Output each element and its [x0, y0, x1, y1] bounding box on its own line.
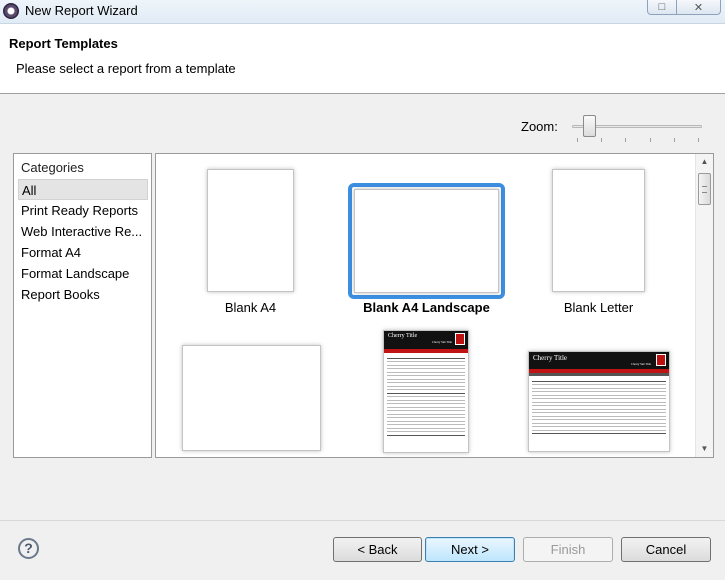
- page-title: Report Templates: [9, 36, 118, 51]
- help-icon[interactable]: ?: [18, 538, 39, 559]
- cherry-logo-icon: [455, 333, 465, 345]
- page-description: Please select a report from a template: [16, 61, 236, 76]
- zoom-label: Zoom:: [521, 119, 558, 134]
- category-report-books[interactable]: Report Books: [18, 284, 148, 305]
- category-all[interactable]: All: [18, 179, 148, 200]
- template-thumbnail[interactable]: [354, 189, 499, 293]
- template-label: Blank A4: [224, 300, 277, 315]
- template-thumbnail[interactable]: Cherry Title Cherry Sub Title: [528, 351, 670, 452]
- wizard-header: Report Templates Please select a report …: [0, 24, 725, 94]
- category-print-ready-reports[interactable]: Print Ready Reports: [18, 200, 148, 221]
- categories-list: Categories All Print Ready Reports Web I…: [13, 153, 152, 458]
- close-button[interactable]: ✕: [677, 0, 721, 15]
- preview-header: Cherry Title Cherry Sub Title: [529, 352, 669, 369]
- template-label: Blank Letter: [563, 300, 634, 315]
- categories-header: Categories: [21, 160, 84, 175]
- scroll-up-icon[interactable]: ▲: [696, 154, 713, 170]
- zoom-slider-thumb[interactable]: [583, 115, 596, 137]
- template-thumbnail[interactable]: [182, 345, 321, 451]
- maximize-button[interactable]: □: [647, 0, 677, 15]
- category-format-a4[interactable]: Format A4: [18, 242, 148, 263]
- window-title: New Report Wizard: [25, 3, 138, 18]
- close-icon: ✕: [693, 1, 704, 14]
- preview-subtitle: Cherry Sub Title: [431, 340, 452, 344]
- title-bar: New Report Wizard □ ✕: [0, 0, 725, 24]
- templates-scrollbar[interactable]: ▲ ▼: [695, 154, 713, 457]
- next-button[interactable]: Next >: [425, 537, 515, 562]
- template-thumbnail[interactable]: [207, 169, 294, 292]
- cancel-button[interactable]: Cancel: [621, 537, 711, 562]
- scrollbar-thumb[interactable]: [698, 173, 711, 205]
- maximize-icon: □: [658, 1, 666, 13]
- templates-gallery: Blank A4 Blank A4 Landscape Blank Letter…: [155, 153, 714, 458]
- window-controls: □ ✕: [647, 0, 721, 16]
- zoom-slider-ticks: [577, 138, 699, 142]
- finish-button[interactable]: Finish: [523, 537, 613, 562]
- template-thumbnail[interactable]: [552, 169, 645, 292]
- preview-subtitle: Cherry Sub Title: [630, 362, 651, 366]
- preview-title: Cherry Title: [533, 354, 568, 362]
- category-format-landscape[interactable]: Format Landscape: [18, 263, 148, 284]
- category-web-interactive-reports[interactable]: Web Interactive Re...: [18, 221, 148, 242]
- scroll-down-icon[interactable]: ▼: [696, 441, 713, 457]
- preview-header: Cherry Title Cherry Sub Title: [384, 331, 468, 349]
- template-label: Blank A4 Landscape: [363, 300, 490, 315]
- report-wizard-icon: [3, 3, 19, 19]
- preview-rows: [529, 376, 669, 439]
- cherry-logo-icon: [656, 354, 666, 366]
- template-thumbnail[interactable]: Cherry Title Cherry Sub Title: [383, 330, 469, 453]
- preview-title: Cherry Title: [388, 333, 418, 339]
- footer-separator: [0, 520, 725, 521]
- preview-rows: [384, 353, 468, 440]
- back-button[interactable]: < Back: [333, 537, 422, 562]
